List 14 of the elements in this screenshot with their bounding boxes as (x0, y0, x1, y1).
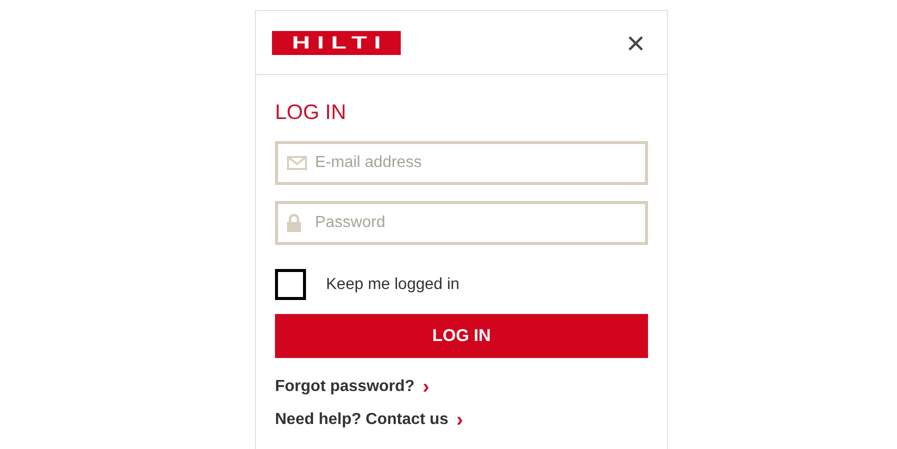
lock-icon (287, 214, 301, 232)
checkbox[interactable] (275, 269, 306, 300)
password-field[interactable]: Password (275, 201, 648, 245)
chevron-icon: › (422, 377, 430, 397)
logo: HILTI (272, 30, 401, 54)
envelope-icon (287, 156, 307, 170)
login-button[interactable]: LOG IN (275, 314, 648, 358)
email-field[interactable]: E-mail address (275, 141, 648, 185)
close-button[interactable]: × (624, 26, 647, 58)
chevron-icon: › (456, 410, 464, 430)
help-link[interactable]: Need help? Contact us (275, 408, 448, 432)
help-link[interactable]: Forgot password? (275, 375, 415, 399)
checkbox-label[interactable]: Keep me logged in (326, 272, 460, 296)
form-title: LOG IN (275, 100, 348, 126)
